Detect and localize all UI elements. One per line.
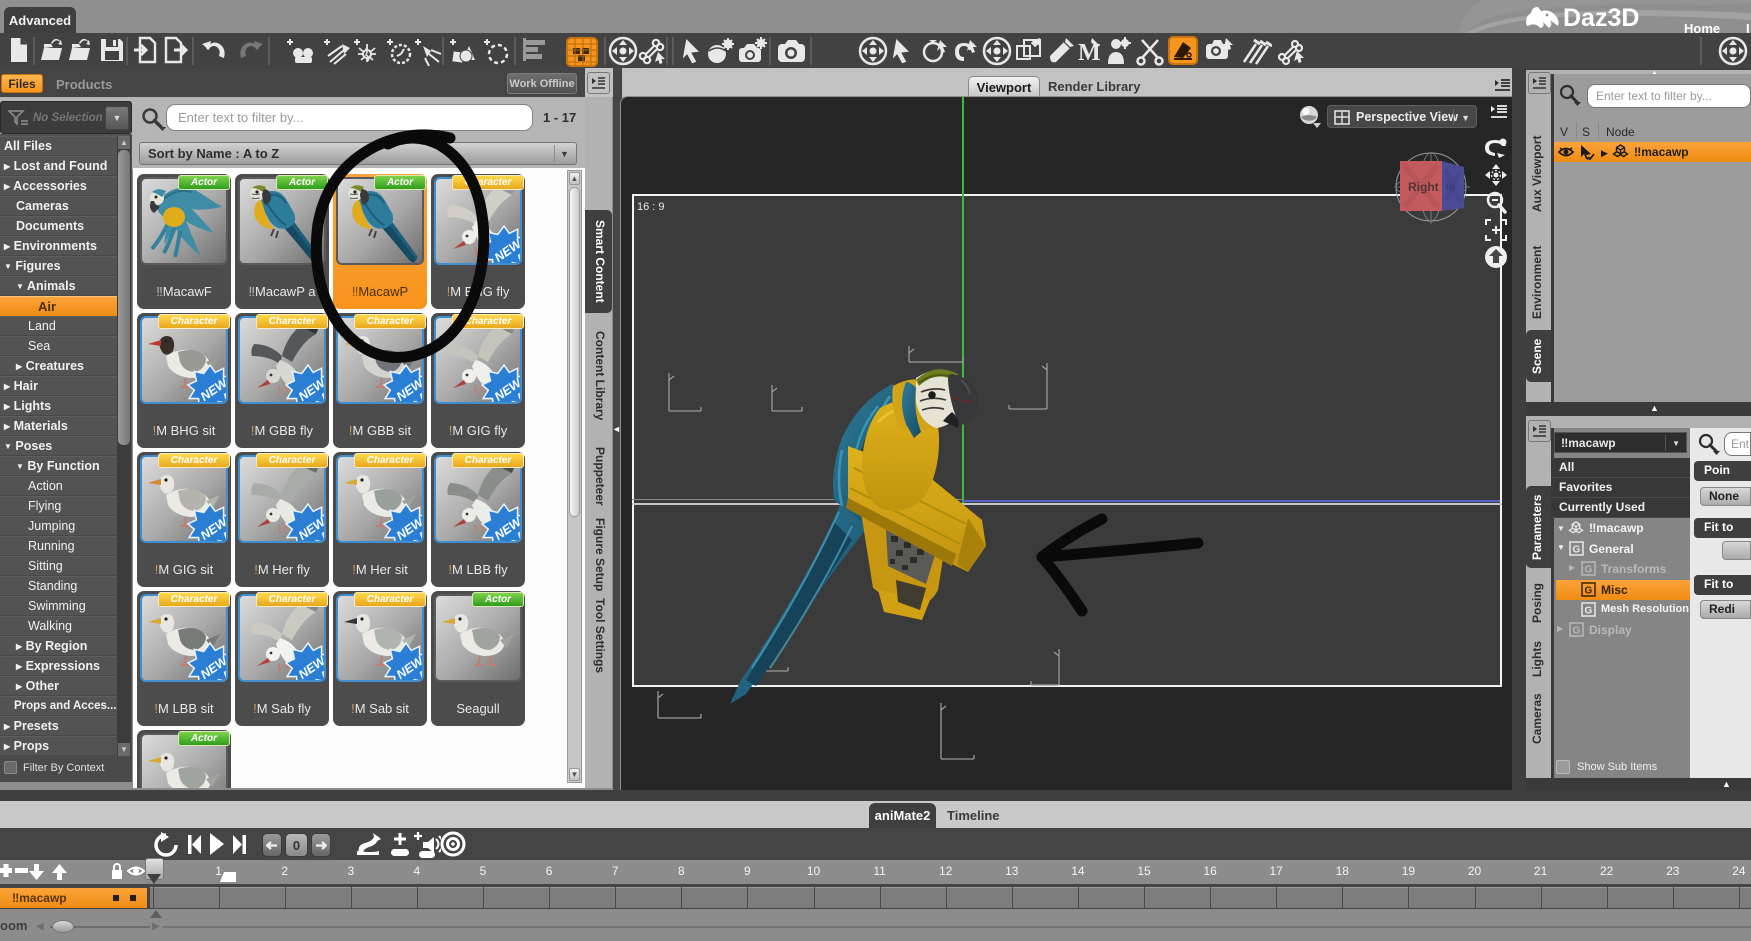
svg-text:G: G bbox=[1573, 626, 1581, 637]
svg-text:G: G bbox=[1585, 586, 1593, 597]
svg-text:G: G bbox=[1573, 545, 1581, 556]
svg-text:Right: Right bbox=[1408, 180, 1439, 194]
svg-text:Ri: Ri bbox=[1446, 182, 1455, 192]
svg-text:G: G bbox=[1585, 565, 1593, 576]
svg-text:G: G bbox=[1585, 606, 1593, 617]
